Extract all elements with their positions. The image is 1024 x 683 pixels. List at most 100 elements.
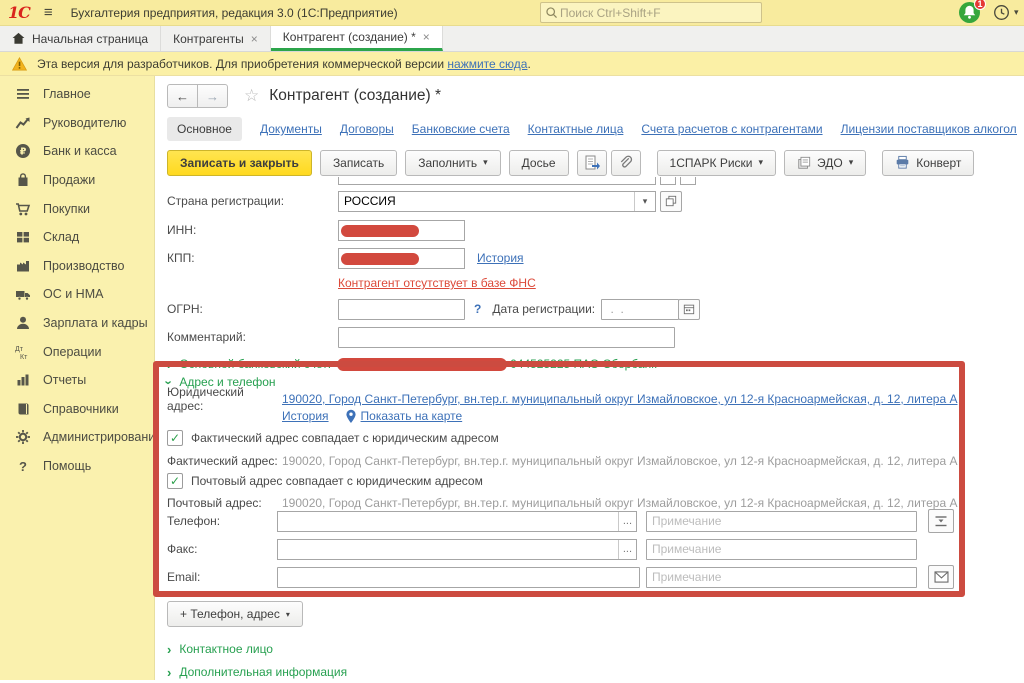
comment-input[interactable] xyxy=(338,327,675,348)
expand-chevron-icon[interactable]: › xyxy=(167,358,171,371)
collapse-chevron-icon[interactable]: › xyxy=(163,380,176,384)
question-icon: ? xyxy=(14,458,31,475)
phone-ellipsis-button[interactable]: ... xyxy=(618,512,636,531)
sidebar-item-administrirovanie[interactable]: Администрирование xyxy=(0,423,154,452)
save-button[interactable]: Записать xyxy=(320,150,397,176)
country-dropdown-caret-icon[interactable]: ▾ xyxy=(634,192,655,211)
sidebar-item-label: Помощь xyxy=(43,459,91,473)
spark-risks-button[interactable]: 1СПАРК Риски▾ xyxy=(657,150,777,176)
dossier-button[interactable]: Досье xyxy=(509,150,569,176)
legal-address-link[interactable]: 190020, Город Санкт-Петербург, вн.тер.г.… xyxy=(282,392,958,406)
buy-commercial-link[interactable]: нажмите сюда xyxy=(447,57,527,71)
caret-down-icon: ▾ xyxy=(759,157,764,168)
main-menu-icon[interactable]: ≡ xyxy=(44,4,53,21)
fax-field[interactable]: ... xyxy=(277,539,637,560)
titlebar-menu-caret-icon[interactable]: ▾ xyxy=(1014,7,1019,18)
address-history-link[interactable]: История xyxy=(282,409,329,423)
postal-same-checkbox[interactable]: ✓ xyxy=(167,473,183,489)
button-label: + Телефон, адрес xyxy=(180,607,280,621)
sidebar-item-proizvodstvo[interactable]: Производство xyxy=(0,252,154,281)
close-tab-icon[interactable]: × xyxy=(251,32,258,46)
attachments-button[interactable] xyxy=(611,150,641,176)
back-button[interactable]: ← xyxy=(167,84,198,108)
inn-input[interactable] xyxy=(338,220,465,241)
sidebar-item-glavnoe[interactable]: Главное xyxy=(0,80,154,109)
phone-note-input[interactable] xyxy=(646,511,917,532)
sidebar-item-sklad[interactable]: Склад xyxy=(0,223,154,252)
forward-arrow-icon: → xyxy=(206,89,219,104)
sidebar-item-operacii[interactable]: ДтКт Операции xyxy=(0,337,154,366)
edo-button[interactable]: ЭДО▾ xyxy=(784,150,866,176)
expand-chevron-icon[interactable]: › xyxy=(167,643,171,656)
bar-chart-icon xyxy=(14,372,31,389)
add-contact-row: + Телефон, адрес▾ xyxy=(167,601,303,627)
tab-kontaktnye-lica[interactable]: Контактные лица xyxy=(528,122,624,136)
sidebar-item-bank-i-kassa[interactable]: ₽ Банк и касса xyxy=(0,137,154,166)
fns-missing-link[interactable]: Контрагент отсутствует в базе ФНС xyxy=(338,276,536,290)
create-based-on-button[interactable] xyxy=(577,150,607,176)
sidebar-item-spravochniki[interactable]: Справочники xyxy=(0,395,154,424)
fax-note-input[interactable] xyxy=(646,539,917,560)
send-email-button[interactable] xyxy=(928,565,954,589)
tab-osnovnoe[interactable]: Основное xyxy=(167,117,242,141)
forward-button[interactable]: → xyxy=(197,84,228,108)
global-search[interactable] xyxy=(540,2,762,23)
close-tab-icon[interactable]: × xyxy=(423,30,430,44)
search-input[interactable] xyxy=(558,5,757,21)
notifications-bell-icon[interactable]: 1 xyxy=(958,1,982,25)
reg-date-input[interactable] xyxy=(601,299,679,320)
sidebar-item-os-i-nma[interactable]: ОС и НМА xyxy=(0,280,154,309)
country-input[interactable] xyxy=(339,194,634,208)
tab-dokumenty[interactable]: Документы xyxy=(260,122,322,136)
button-label: ЭДО xyxy=(817,156,843,170)
document-arrow-icon xyxy=(584,155,600,171)
inn-row: ИНН: xyxy=(167,219,465,241)
reg-date-calendar-button[interactable] xyxy=(678,299,700,320)
sidebar-item-pomosch[interactable]: ? Помощь xyxy=(0,452,154,481)
ogrn-input[interactable] xyxy=(338,299,465,320)
phone-input[interactable] xyxy=(278,514,618,528)
tab-bankovskie-scheta[interactable]: Банковские счета xyxy=(412,122,510,136)
expand-chevron-icon[interactable]: › xyxy=(167,666,171,679)
kpp-history-link[interactable]: История xyxy=(477,251,524,265)
save-and-close-button[interactable]: Записать и закрыть xyxy=(167,150,312,176)
tab-scheta-raschetov[interactable]: Счета расчетов с контрагентами xyxy=(641,122,822,136)
email-note-input[interactable] xyxy=(646,567,917,588)
warning-triangle-icon xyxy=(12,57,27,71)
map-pin-icon xyxy=(345,409,357,424)
envelope-print-button[interactable]: Конверт xyxy=(882,150,974,176)
actual-same-checkbox[interactable]: ✓ xyxy=(167,430,183,446)
developer-version-warning: Эта версия для разработчиков. Для приобр… xyxy=(0,52,1024,76)
fax-input[interactable] xyxy=(278,542,618,556)
kpp-input[interactable] xyxy=(338,248,465,269)
email-input[interactable] xyxy=(277,567,640,588)
show-on-map-link[interactable]: Показать на карте xyxy=(361,409,463,423)
favorite-star-icon[interactable]: ☆ xyxy=(244,86,259,106)
tab-dogovory[interactable]: Договоры xyxy=(340,122,394,136)
tab-label: Начальная страница xyxy=(32,32,148,46)
sidebar-item-rukovoditelyu[interactable]: Руководителю xyxy=(0,109,154,138)
fill-button[interactable]: Заполнить▾ xyxy=(405,150,500,176)
main-bank-account-link[interactable]: Основной банковский счет: xyxy=(179,357,331,371)
sidebar-item-label: Главное xyxy=(43,87,91,101)
country-open-button[interactable] xyxy=(660,191,682,212)
contact-person-section[interactable]: › Контактное лицо xyxy=(167,638,273,660)
sidebar-item-prodazhi[interactable]: Продажи xyxy=(0,166,154,195)
sidebar-item-label: Склад xyxy=(43,230,79,244)
sidebar-item-otchety[interactable]: Отчеты xyxy=(0,366,154,395)
history-clock-icon[interactable] xyxy=(993,4,1010,24)
fax-ellipsis-button[interactable]: ... xyxy=(618,540,636,559)
tab-kontragent-sozdanie[interactable]: Контрагент (создание) * × xyxy=(271,26,443,51)
add-phone-address-button[interactable]: + Телефон, адрес▾ xyxy=(167,601,303,627)
country-combobox[interactable]: ▾ xyxy=(338,191,656,212)
phone-types-button[interactable] xyxy=(928,509,954,533)
app-title: Бухгалтерия предприятия, редакция 3.0 (1… xyxy=(71,6,398,20)
tab-licenzii-postavshikov[interactable]: Лицензии поставщиков алкогольной продукц… xyxy=(841,122,1017,136)
tab-kontragenty[interactable]: Контрагенты × xyxy=(161,26,271,51)
ogrn-help-icon[interactable]: ? xyxy=(474,302,481,316)
sidebar-item-pokupki[interactable]: Покупки xyxy=(0,194,154,223)
tab-home[interactable]: Начальная страница xyxy=(0,26,161,51)
warning-text: Эта версия для разработчиков. Для приобр… xyxy=(37,57,444,71)
phone-field[interactable]: ... xyxy=(277,511,637,532)
sidebar-item-zarplata-i-kadry[interactable]: Зарплата и кадры xyxy=(0,309,154,338)
